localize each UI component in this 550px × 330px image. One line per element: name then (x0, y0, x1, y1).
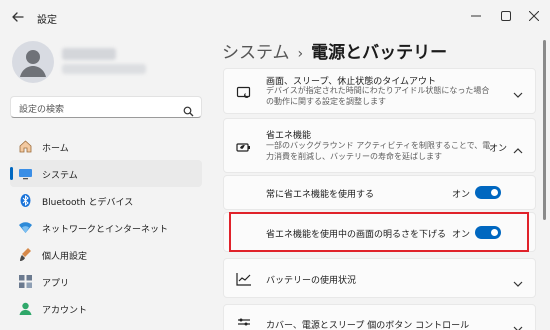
battery-usage-title: バッテリーの使用状況 (266, 276, 357, 286)
sidebar-item-label: システム (42, 171, 78, 181)
always-use-label: 常に省エネ機能を使用する (266, 190, 375, 200)
minimize-button[interactable] (462, 5, 490, 27)
highlight-box (229, 212, 529, 252)
personalization-icon (18, 247, 33, 262)
sidebar-item-system[interactable]: システム (10, 160, 202, 187)
screen-sleep-timeout-card[interactable]: 画面、スリープ、休止状態のタイムアウト デバイスが指定された時間にわたりアイドル… (223, 68, 536, 114)
lid-buttons-title: カバー、電源とスリープ 個のボタン コントロール (266, 321, 470, 330)
sidebar-item-label: 個人用設定 (42, 252, 88, 262)
user-name-blurred (62, 48, 116, 60)
chevron-up-icon[interactable] (513, 141, 523, 154)
battery-usage-icon (236, 271, 252, 287)
sidebar-item-label: ホーム (42, 144, 69, 154)
chevron-down-icon (513, 274, 523, 287)
sidebar-item-label: ネットワークとインターネット (42, 225, 169, 235)
sidebar-item-label: アプリ (42, 279, 70, 289)
energy-saver-state: オン (489, 144, 508, 154)
sidebar-item-label: アカウント (42, 306, 88, 316)
sidebar-item-network[interactable]: ネットワークとインターネット (10, 214, 202, 241)
user-icon (20, 50, 46, 77)
screen-sleep-icon (236, 85, 252, 101)
search-input[interactable]: 設定の検索 (10, 96, 202, 118)
battery-usage-card[interactable]: バッテリーの使用状況 (223, 258, 536, 298)
home-icon (18, 139, 33, 154)
always-use-energy-saver-row[interactable]: 常に省エネ機能を使用する オン (223, 175, 536, 210)
lid-buttons-icon (236, 316, 252, 330)
screen-sleep-desc: デバイスが指定された時間にわたりアイドル状態になった場合の動作に関する設定を調整… (266, 86, 490, 106)
scrollbar[interactable] (543, 40, 546, 220)
search-icon (183, 102, 194, 117)
selection-indicator (10, 167, 13, 180)
energy-saver-desc: 一部のバックグラウンド アクティビティを制限することで、電力消費を削減し、バッテ… (266, 141, 491, 161)
chevron-down-icon (513, 319, 523, 330)
sidebar-item-personalization[interactable]: 個人用設定 (10, 241, 202, 268)
bluetooth-icon (18, 193, 33, 208)
apps-icon (18, 274, 33, 289)
sidebar-item-apps[interactable]: アプリ (10, 268, 202, 295)
breadcrumb: システム › 電源とバッテリー (222, 38, 447, 63)
window-title: 設定 (37, 15, 57, 26)
maximize-button[interactable] (492, 5, 520, 27)
sidebar-item-bluetooth[interactable]: Bluetooth とデバイス (10, 187, 202, 214)
energy-saver-icon (236, 139, 252, 155)
user-email-blurred (62, 64, 146, 74)
close-button[interactable] (520, 5, 548, 27)
search-placeholder: 設定の検索 (19, 105, 65, 115)
network-icon (18, 220, 33, 235)
lid-buttons-card[interactable]: カバー、電源とスリープ 個のボタン コントロール (223, 304, 536, 330)
page-title: 電源とバッテリー (311, 43, 448, 63)
system-icon (18, 166, 33, 181)
always-use-toggle[interactable] (475, 186, 501, 199)
account-icon (18, 301, 33, 316)
energy-saver-card[interactable]: 省エネ機能 一部のバックグラウンド アクティビティを制限することで、電力消費を削… (223, 118, 536, 173)
sidebar-item-accounts[interactable]: アカウント (10, 295, 202, 322)
chevron-down-icon (513, 85, 523, 98)
always-use-state: オン (452, 190, 471, 200)
sidebar-item-home[interactable]: ホーム (10, 133, 202, 160)
back-arrow-icon[interactable] (9, 8, 27, 26)
breadcrumb-separator: › (297, 46, 304, 62)
avatar[interactable] (12, 41, 54, 83)
breadcrumb-parent[interactable]: システム (222, 43, 290, 63)
sidebar-item-label: Bluetooth とデバイス (42, 198, 134, 208)
title-bar: 設定 (0, 0, 550, 34)
